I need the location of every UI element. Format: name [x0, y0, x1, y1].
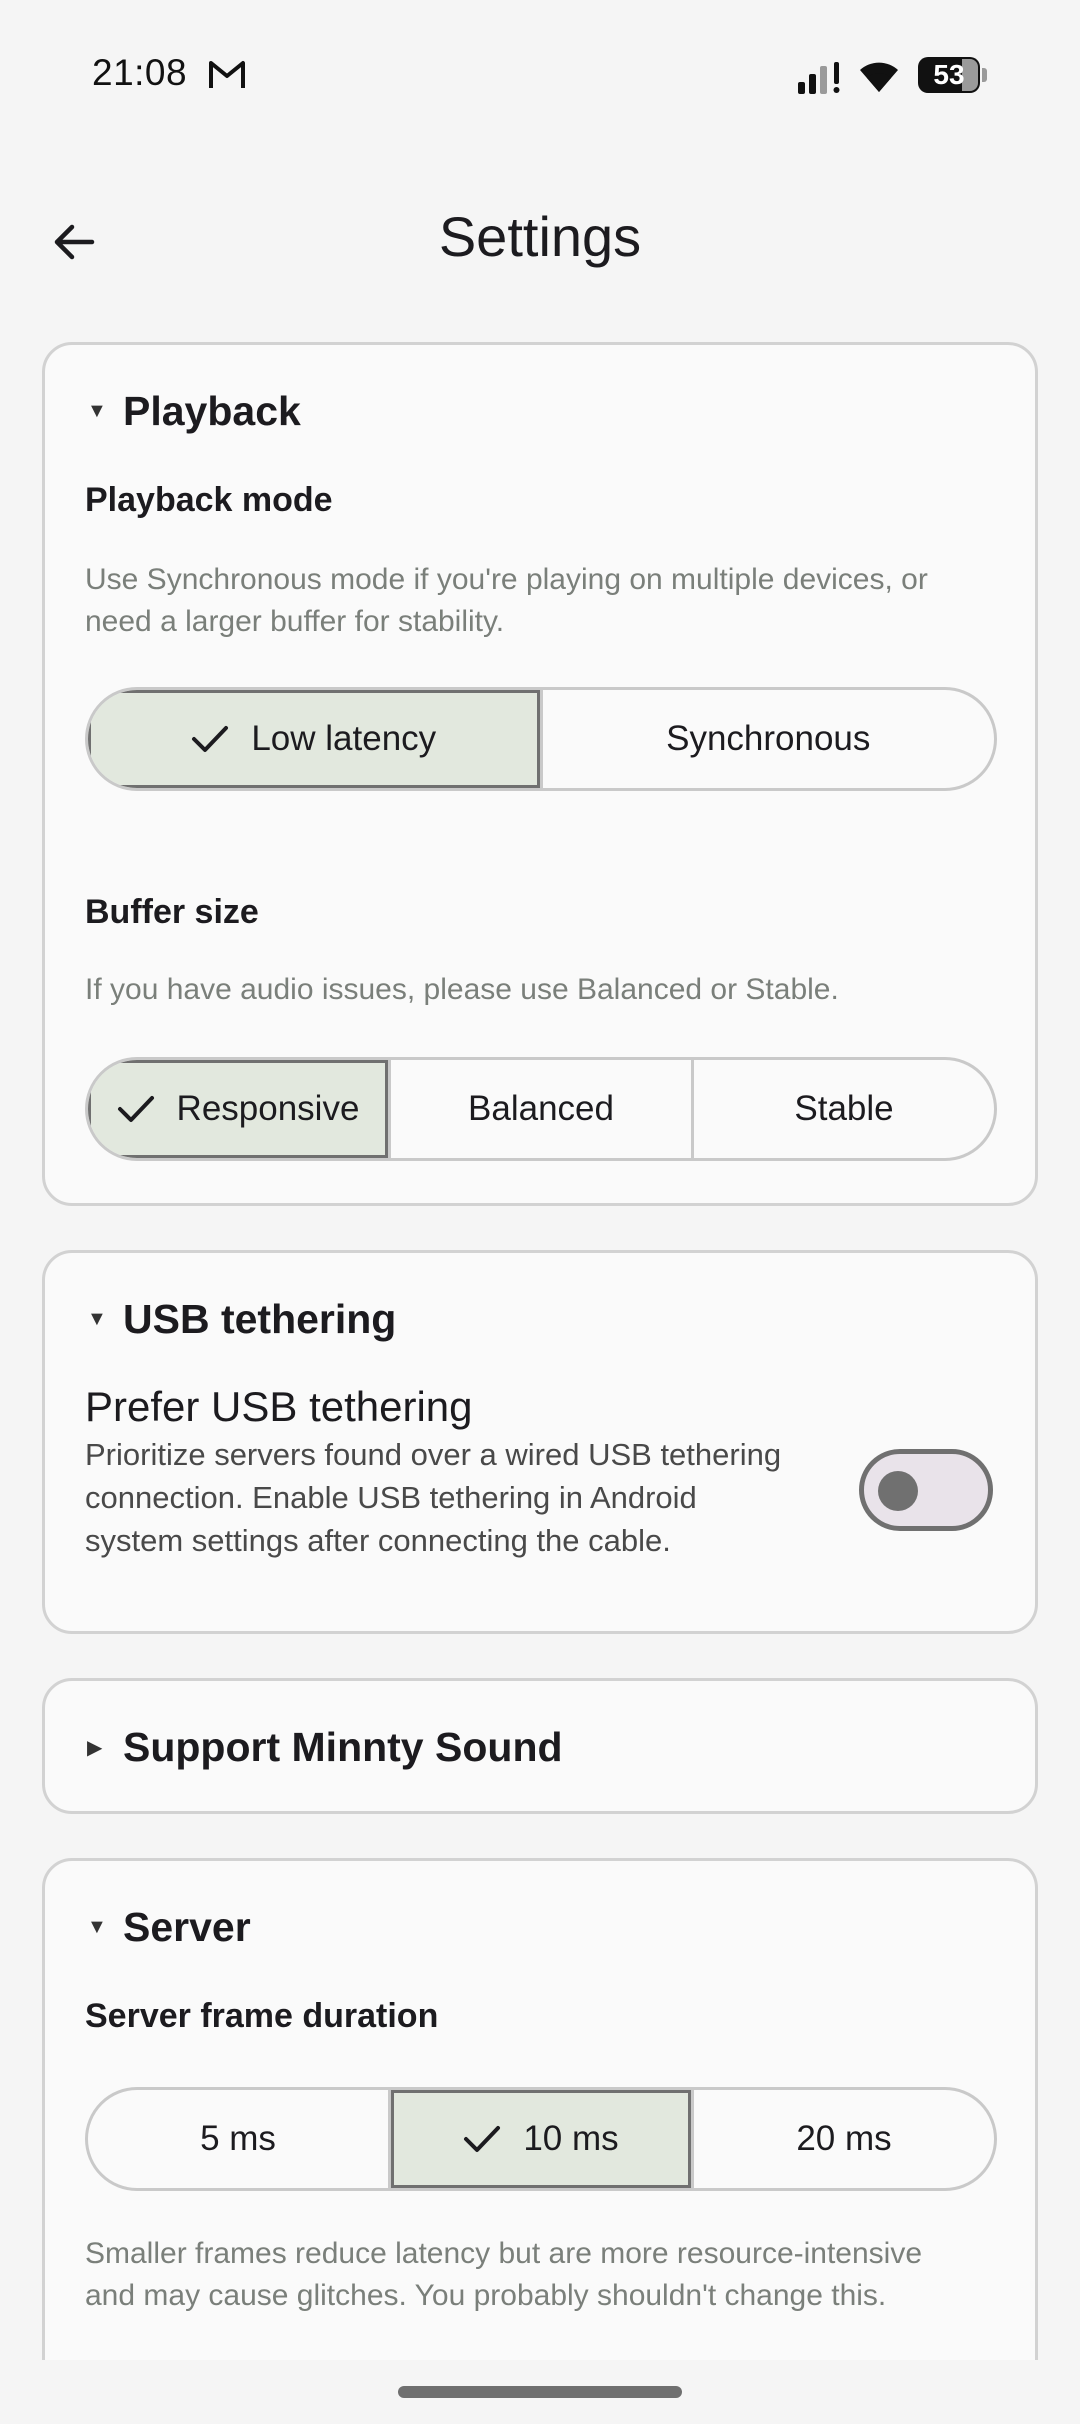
- seg-label: 10 ms: [523, 2119, 619, 2158]
- frame-duration-20ms[interactable]: 20 ms: [694, 2090, 994, 2188]
- playback-section-title: Playback: [123, 387, 301, 434]
- server-section-title: Server: [123, 1903, 251, 1950]
- usb-section-title: USB tethering: [123, 1295, 397, 1342]
- caret-right-icon: ▶: [87, 1736, 103, 1759]
- playback-section-header[interactable]: ▼ Playback: [87, 381, 301, 441]
- seg-label: Balanced: [468, 1089, 614, 1128]
- frame-duration-5ms[interactable]: 5 ms: [88, 2090, 391, 2188]
- seg-label: Responsive: [176, 1089, 360, 1128]
- frame-duration-10ms[interactable]: 10 ms: [391, 2090, 694, 2188]
- toggle-thumb: [878, 1471, 918, 1511]
- home-indicator[interactable]: [398, 2386, 682, 2398]
- seg-label: Synchronous: [666, 719, 871, 758]
- buffer-size-title: Buffer size: [85, 893, 259, 931]
- caret-down-icon: ▼: [87, 399, 107, 422]
- frame-duration-selector: 5 ms 10 ms 20 ms: [85, 2087, 997, 2191]
- buffer-size-description: If you have audio issues, please use Bal…: [85, 973, 839, 1006]
- server-card: ▼ Server Server frame duration 5 ms 10 m…: [42, 1858, 1038, 2424]
- caret-down-icon: ▼: [87, 1915, 107, 1938]
- buffer-size-balanced[interactable]: Balanced: [391, 1060, 694, 1158]
- signal-icon: [798, 62, 840, 94]
- playback-mode-synchronous[interactable]: Synchronous: [543, 690, 995, 788]
- frame-duration-title: Server frame duration: [85, 1997, 439, 2035]
- prefer-usb-toggle[interactable]: [859, 1449, 993, 1531]
- prefer-usb-description: Prioritize servers found over a wired US…: [85, 1437, 782, 1558]
- seg-label: 5 ms: [200, 2119, 276, 2158]
- battery-icon: 53: [918, 57, 988, 93]
- caret-down-icon: ▼: [87, 1307, 107, 1330]
- gmail-icon: [209, 61, 245, 88]
- playback-card: ▼ Playback Playback mode Use Synchronous…: [42, 342, 1038, 1206]
- buffer-size-responsive[interactable]: Responsive: [88, 1060, 391, 1158]
- playback-mode-title: Playback mode: [85, 481, 333, 519]
- usb-section-header[interactable]: ▼ USB tethering: [87, 1289, 396, 1349]
- buffer-size-selector: Responsive Balanced Stable: [85, 1057, 997, 1161]
- seg-label: Low latency: [251, 719, 437, 758]
- server-section-header[interactable]: ▼ Server: [87, 1897, 251, 1957]
- seg-label: Stable: [794, 1089, 894, 1128]
- buffer-size-stable[interactable]: Stable: [694, 1060, 994, 1158]
- support-section-title: Support Minnty Sound: [123, 1723, 563, 1770]
- seg-label: 20 ms: [796, 2119, 892, 2158]
- check-icon: [191, 724, 229, 754]
- playback-mode-selector: Low latency Synchronous: [85, 687, 997, 791]
- support-section-header[interactable]: ▶ Support Minnty Sound: [87, 1717, 563, 1777]
- playback-mode-low-latency[interactable]: Low latency: [88, 690, 543, 788]
- app-bar: Settings: [0, 180, 1080, 290]
- status-time: 21:08: [92, 52, 188, 93]
- support-card[interactable]: ▶ Support Minnty Sound: [42, 1678, 1038, 1814]
- wifi-icon: [860, 62, 898, 92]
- page-title: Settings: [438, 205, 642, 268]
- prefer-usb-title: Prefer USB tethering: [85, 1383, 473, 1430]
- battery-level-text: 53: [933, 59, 965, 90]
- check-icon: [117, 1094, 155, 1124]
- frame-duration-description: Smaller frames reduce latency but are mo…: [85, 2237, 923, 2312]
- usb-tethering-card: ▼ USB tethering Prefer USB tethering Pri…: [42, 1250, 1038, 1634]
- status-bar: 21:08 53: [0, 0, 1080, 150]
- check-icon: [463, 2124, 501, 2154]
- playback-mode-description: Use Synchronous mode if you're playing o…: [85, 563, 928, 638]
